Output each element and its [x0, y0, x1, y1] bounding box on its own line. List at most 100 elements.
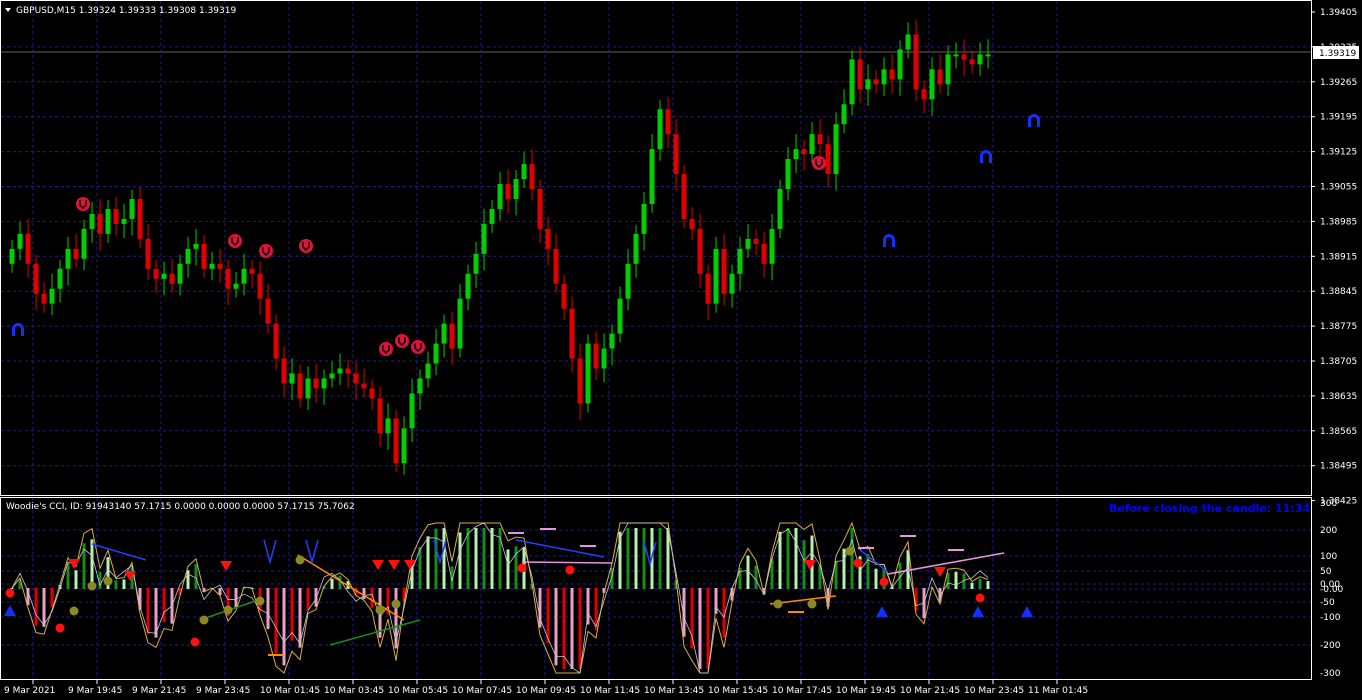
bear-candle[interactable]	[353, 373, 359, 384]
bear-candle[interactable]	[561, 283, 567, 309]
bull-candle[interactable]	[289, 373, 295, 384]
bull-candle[interactable]	[713, 248, 719, 304]
bull-candle[interactable]	[897, 49, 903, 80]
symbol-menu-icon[interactable]	[5, 8, 11, 12]
bear-candle[interactable]	[265, 298, 271, 324]
candlestick-series[interactable]	[9, 19, 991, 475]
bull-candle[interactable]	[185, 248, 191, 264]
bull-candle[interactable]	[929, 69, 935, 100]
bull-candle[interactable]	[729, 273, 735, 294]
bear-candle[interactable]	[137, 198, 143, 239]
bear-candle[interactable]	[145, 238, 151, 269]
bull-candle[interactable]	[793, 149, 799, 160]
trading-chart[interactable]: GBPUSD,M15 1.39324 1.39333 1.39308 1.393…	[0, 0, 1362, 700]
bear-candle[interactable]	[361, 383, 367, 389]
bear-candle[interactable]	[697, 228, 703, 274]
bull-candle[interactable]	[49, 288, 55, 304]
bull-candle[interactable]	[833, 124, 839, 175]
bear-candle[interactable]	[169, 273, 175, 284]
bear-candle[interactable]	[705, 273, 711, 304]
bull-candle[interactable]	[57, 268, 63, 289]
bear-candle[interactable]	[665, 109, 671, 135]
bull-candle[interactable]	[65, 248, 71, 269]
bull-candle[interactable]	[945, 54, 951, 85]
bear-candle[interactable]	[721, 248, 727, 294]
bull-candle[interactable]	[321, 378, 327, 389]
bull-candle[interactable]	[785, 159, 791, 189]
bull-candle[interactable]	[305, 378, 311, 399]
bull-candle[interactable]	[337, 368, 343, 374]
bear-candle[interactable]	[537, 188, 543, 229]
bear-candle[interactable]	[545, 228, 551, 249]
bear-candle[interactable]	[753, 238, 759, 244]
bear-candle[interactable]	[817, 134, 823, 145]
bear-candle[interactable]	[825, 144, 831, 175]
bear-candle[interactable]	[937, 69, 943, 85]
bear-candle[interactable]	[913, 34, 919, 90]
bear-candle[interactable]	[225, 268, 231, 289]
bull-candle[interactable]	[233, 283, 239, 289]
bear-candle[interactable]	[449, 323, 455, 349]
bull-candle[interactable]	[609, 333, 615, 349]
bull-candle[interactable]	[849, 59, 855, 105]
bull-candle[interactable]	[433, 343, 439, 364]
bull-candle[interactable]	[985, 54, 991, 57]
bear-candle[interactable]	[393, 418, 399, 464]
bear-candle[interactable]	[369, 388, 375, 399]
bull-candle[interactable]	[81, 228, 87, 259]
bear-candle[interactable]	[873, 79, 879, 85]
bull-candle[interactable]	[241, 268, 247, 284]
bear-candle[interactable]	[257, 273, 263, 299]
bull-candle[interactable]	[401, 428, 407, 464]
bull-candle[interactable]	[193, 243, 199, 249]
bear-candle[interactable]	[505, 184, 511, 199]
bull-candle[interactable]	[417, 378, 423, 394]
bull-candle[interactable]	[865, 79, 871, 90]
bear-candle[interactable]	[529, 164, 535, 189]
bear-candle[interactable]	[961, 54, 967, 60]
bull-candle[interactable]	[473, 253, 479, 274]
bull-candle[interactable]	[441, 323, 447, 344]
bear-candle[interactable]	[249, 268, 255, 274]
bull-candle[interactable]	[385, 418, 391, 434]
bull-candle[interactable]	[489, 208, 495, 224]
bear-candle[interactable]	[217, 263, 223, 269]
bear-candle[interactable]	[41, 293, 47, 304]
bear-candle[interactable]	[153, 268, 159, 279]
bull-candle[interactable]	[769, 228, 775, 264]
bear-candle[interactable]	[73, 248, 79, 259]
bull-candle[interactable]	[953, 54, 959, 57]
bear-candle[interactable]	[921, 89, 927, 100]
bull-candle[interactable]	[17, 233, 23, 249]
bull-candle[interactable]	[521, 164, 527, 180]
bear-candle[interactable]	[273, 323, 279, 359]
bear-candle[interactable]	[25, 233, 31, 264]
bull-candle[interactable]	[105, 208, 111, 234]
bull-candle[interactable]	[465, 273, 471, 299]
bull-candle[interactable]	[745, 238, 751, 249]
bear-candle[interactable]	[553, 248, 559, 284]
bull-candle[interactable]	[601, 348, 607, 369]
bull-candle[interactable]	[9, 248, 15, 264]
bear-candle[interactable]	[97, 213, 103, 234]
bear-candle[interactable]	[201, 243, 207, 269]
time-axis[interactable]: 9 Mar 2021 9 Mar 19:45 9 Mar 21:45 9 Mar 23…	[4, 680, 1088, 696]
bull-candle[interactable]	[497, 184, 503, 209]
bull-candle[interactable]	[425, 363, 431, 379]
bull-candle[interactable]	[641, 203, 647, 234]
bear-candle[interactable]	[761, 243, 767, 264]
bear-candle[interactable]	[681, 174, 687, 219]
bull-candle[interactable]	[481, 223, 487, 254]
price-axis[interactable]: 1.394051.393351.392651.391951.391251.390…	[1311, 8, 1357, 507]
bull-candle[interactable]	[329, 373, 335, 379]
bull-candle[interactable]	[177, 263, 183, 284]
bull-candle[interactable]	[585, 343, 591, 404]
bull-candle[interactable]	[633, 233, 639, 264]
bull-candle[interactable]	[841, 104, 847, 125]
bull-candle[interactable]	[513, 179, 519, 199]
bull-candle[interactable]	[209, 263, 215, 269]
bull-candle[interactable]	[977, 54, 983, 65]
bull-candle[interactable]	[905, 34, 911, 50]
bear-candle[interactable]	[569, 308, 575, 359]
bull-candle[interactable]	[649, 149, 655, 204]
